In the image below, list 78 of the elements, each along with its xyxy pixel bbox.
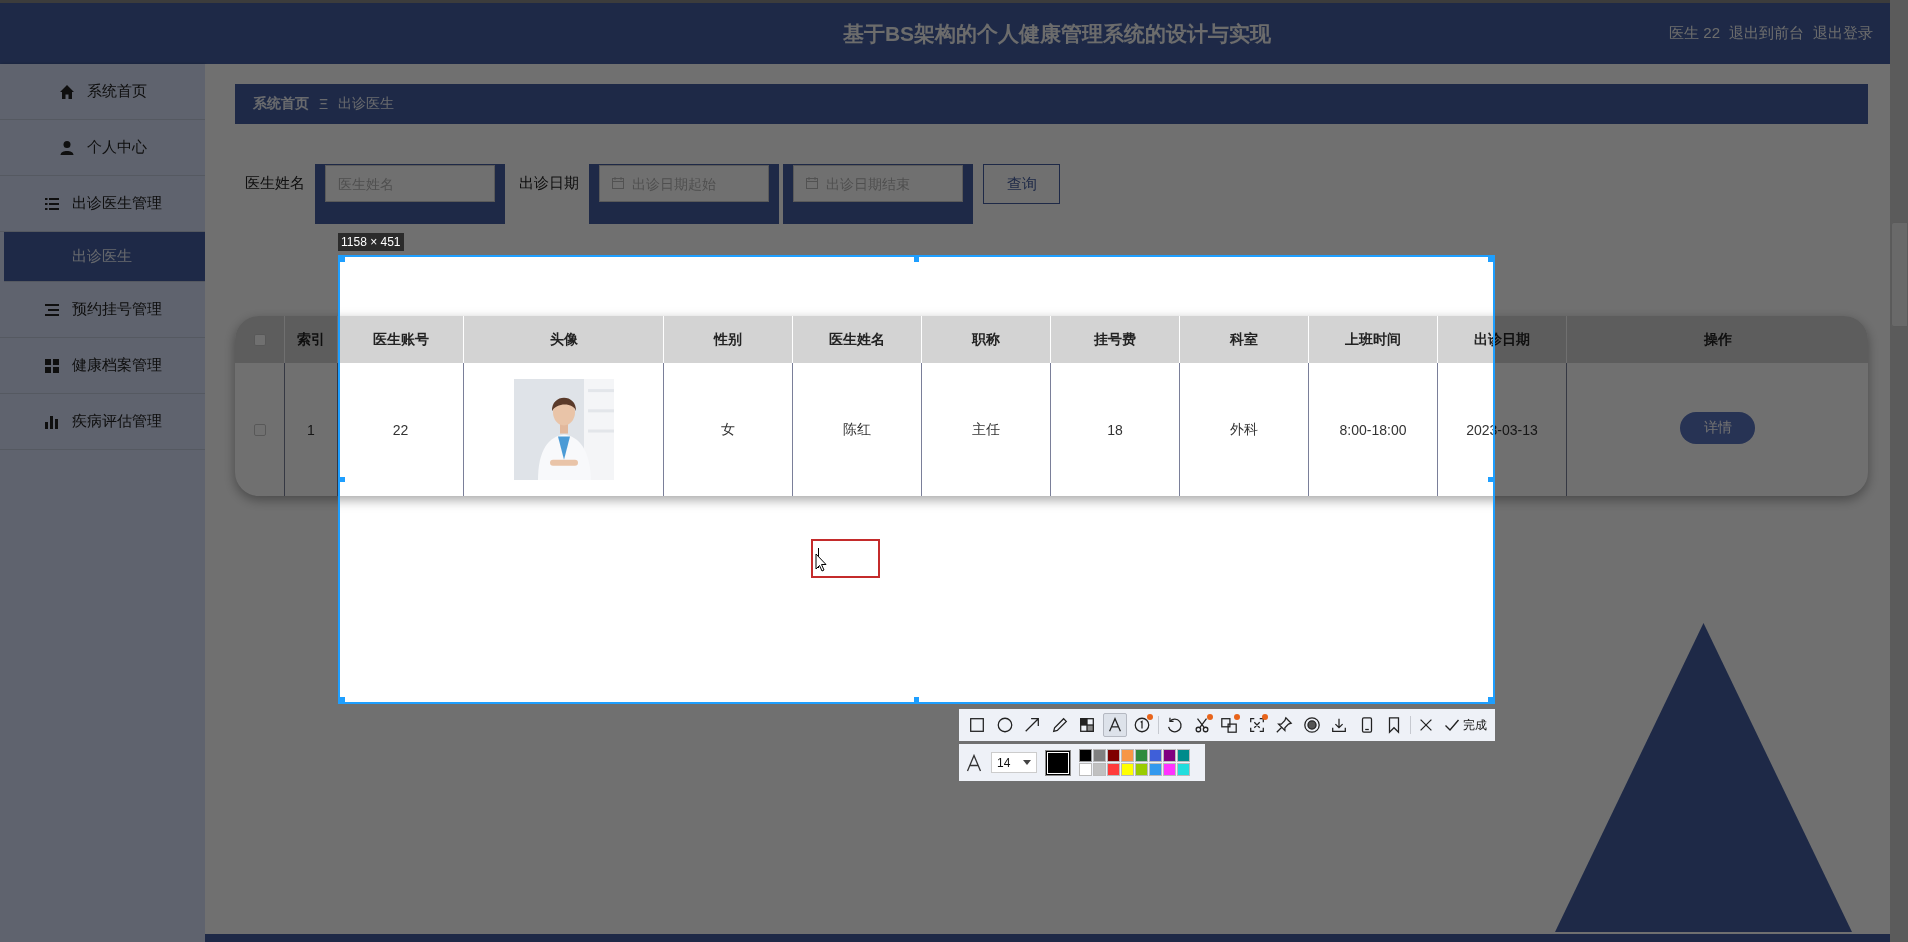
color-swatch[interactable]: [1121, 763, 1134, 776]
header-link[interactable]: 退出到前台: [1729, 24, 1804, 43]
pin-icon: [1275, 716, 1294, 734]
arrow-icon: [1023, 716, 1042, 734]
bar-chart-icon: [43, 413, 60, 430]
color-swatch[interactable]: [1079, 749, 1092, 762]
app-title: 基于BS架构的个人健康管理系统的设计与实现: [842, 20, 1272, 47]
column-header: 索引: [285, 316, 338, 363]
column-header: 医生姓名: [793, 316, 922, 363]
user-name: 医生 22: [1669, 24, 1720, 43]
column-header: 头像: [464, 316, 664, 363]
font-icon: [965, 753, 983, 772]
column-header: 科室: [1180, 316, 1309, 363]
text-input-box[interactable]: [811, 539, 880, 578]
color-swatch[interactable]: [1107, 749, 1120, 762]
caret-icon: [1023, 760, 1031, 765]
record-icon: [1302, 716, 1321, 734]
download-icon: [1330, 716, 1349, 734]
table-cell: 1: [285, 363, 338, 496]
undo-icon: [1165, 716, 1184, 734]
select-all-checkbox[interactable]: [253, 333, 266, 346]
mosaic-icon: [1078, 716, 1097, 734]
circle-icon: [995, 716, 1014, 734]
calendar-icon: [611, 176, 625, 190]
column-header: 上班时间: [1309, 316, 1438, 363]
table-cell: 18: [1051, 363, 1180, 496]
list-icon: [43, 301, 60, 318]
done-button[interactable]: 完成: [1441, 713, 1489, 737]
search-button[interactable]: 查询: [983, 164, 1060, 204]
color-swatch[interactable]: [1121, 749, 1134, 762]
user-icon: [58, 139, 75, 156]
home-icon: [58, 83, 75, 100]
color-swatch[interactable]: [1177, 763, 1190, 776]
current-color-swatch[interactable]: [1045, 749, 1071, 776]
calendar-icon: [805, 176, 819, 190]
scissors-icon: [1192, 716, 1211, 734]
breadcrumb-link[interactable]: 系统首页: [253, 95, 309, 113]
scan-icon: [1247, 716, 1266, 734]
header-link[interactable]: 退出登录: [1813, 24, 1873, 43]
color-swatch[interactable]: [1135, 749, 1148, 762]
breadcrumb-link[interactable]: 出诊医生: [338, 95, 395, 113]
rectangle-icon: [968, 716, 986, 734]
column-header: 操作: [1567, 316, 1868, 363]
color-swatch[interactable]: [1079, 763, 1092, 776]
column-header: 职称: [922, 316, 1051, 363]
breadcrumb-separator: Ξ: [319, 96, 329, 112]
selection-size-label: 1158 × 451: [338, 233, 404, 251]
sidebar-subitem[interactable]: 出诊医生: [4, 232, 205, 282]
scrollbar[interactable]: [1890, 0, 1908, 942]
field-label: 出诊日期: [519, 173, 579, 193]
grid-icon: [43, 357, 60, 374]
color-swatch[interactable]: [1107, 763, 1120, 776]
table-cell: 外科: [1180, 363, 1309, 496]
details-button[interactable]: 详情: [1680, 411, 1755, 444]
table-cell: 主任: [922, 363, 1051, 496]
color-swatch[interactable]: [1177, 749, 1190, 762]
color-swatch[interactable]: [1149, 749, 1162, 762]
table-cell: 8:00-18:00: [1309, 363, 1438, 496]
column-header: 医生账号: [338, 316, 464, 363]
check-icon: [1443, 717, 1460, 733]
mouse-pointer-icon: [815, 553, 827, 572]
numbered-circle-icon: [1133, 716, 1152, 734]
column-header: 性别: [664, 316, 793, 363]
pencil-icon: [1050, 716, 1069, 734]
row-checkbox[interactable]: [253, 423, 266, 436]
list-icon: [43, 195, 60, 212]
field-label: 医生姓名: [245, 173, 305, 193]
color-swatch[interactable]: [1163, 749, 1176, 762]
color-swatch[interactable]: [1149, 763, 1162, 776]
table-cell: 陈红: [793, 363, 922, 496]
column-header: 挂号费: [1051, 316, 1180, 363]
color-swatch[interactable]: [1093, 749, 1106, 762]
color-swatch[interactable]: [1163, 763, 1176, 776]
color-swatch[interactable]: [1135, 763, 1148, 776]
text-tool-button[interactable]: [1102, 713, 1127, 737]
color-swatch[interactable]: [1093, 763, 1106, 776]
font-size-dropdown[interactable]: 14: [991, 752, 1037, 773]
table-cell: 女: [664, 363, 793, 496]
